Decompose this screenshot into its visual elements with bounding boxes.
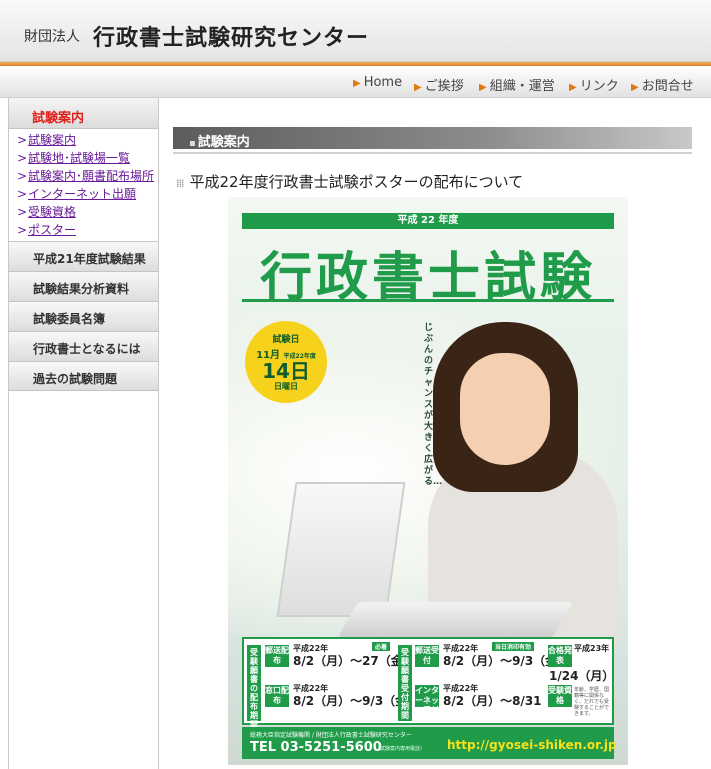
sidebar-link-poster[interactable]: >ポスター [17, 221, 158, 239]
poster-title-rule [242, 299, 614, 302]
arrow-icon: ▶ [479, 82, 487, 93]
internet-acceptance-tag: インターネット受付 [415, 685, 439, 715]
chevron-right-icon: > [17, 187, 28, 201]
nav-links[interactable]: ▶ リンク [569, 75, 619, 94]
mail-required-pill: 必着 [372, 642, 391, 651]
poster-phone: TEL 03-5251-5600 [250, 740, 382, 755]
sidebar-item-h21-results[interactable]: 平成21年度試験結果 [9, 241, 158, 271]
chevron-right-icon: > [17, 133, 28, 147]
poster-footer-org: 総務大臣指定試験機関 / 財団法人行政書士試験研究センター [250, 732, 412, 739]
bullet-icon: ▪ [189, 138, 196, 149]
chevron-right-icon: > [17, 205, 28, 219]
section-header: ▪ 試験案内 [173, 127, 692, 150]
woman-illustration-face [460, 353, 550, 465]
sidebar-item-how-to-become[interactable]: 行政書士となるには [9, 331, 158, 361]
result-announcement-tag: 合格発表 [548, 645, 572, 667]
org-prefix: 財団法人 [24, 29, 80, 45]
result-year: 平成23年 [574, 644, 610, 653]
mail-acceptance-tag: 郵送受付 [415, 645, 439, 667]
arrow-icon: ▶ [353, 78, 361, 89]
site-title[interactable]: 行政書士試験研究センター [93, 20, 369, 52]
mail-distribution-tag: 郵送配布 [265, 645, 289, 667]
sidebar-link-exam-sites[interactable]: >試験地･試験場一覧 [17, 149, 158, 167]
arrow-icon: ▶ [414, 82, 422, 93]
exam-poster-image: 平成 22 年度 行政書士試験 試験日 11月 平成22年度 14日 日曜日 じ… [228, 197, 628, 765]
mail-distribution-date: 8/2（月）〜27（金） [293, 654, 415, 668]
laptop-illustration [276, 482, 406, 617]
poster-url: http://gyosei-shiken.or.jp [447, 738, 617, 752]
eligibility-tag: 受験資格 [548, 685, 572, 707]
arrow-icon: ▶ [631, 82, 639, 93]
sidebar-links: >試験案内 >試験地･試験場一覧 >試験案内･願書配布場所 >インターネット出願… [9, 129, 158, 241]
grid-dots-icon: ⁞⁞⁞ [176, 177, 184, 190]
poster-catchphrase: じぶんのチャンスが大きく広がる… [424, 323, 443, 487]
poster-year-band: 平成 22 年度 [242, 213, 614, 229]
sidebar-link-exam-guide[interactable]: >試験案内 [17, 131, 158, 149]
sidebar-link-application-places[interactable]: >試験案内･願書配布場所 [17, 167, 158, 185]
sidebar: 試験案内 >試験案内 >試験地･試験場一覧 >試験案内･願書配布場所 >インター… [8, 98, 159, 769]
sidebar-item-committee[interactable]: 試験委員名簿 [9, 301, 158, 331]
sidebar-item-result-analysis[interactable]: 試験結果分析資料 [9, 271, 158, 301]
nav-home[interactable]: ▶ Home [353, 75, 402, 90]
nav-greeting[interactable]: ▶ ご挨拶 [414, 75, 464, 94]
poster-schedule-box: 受験願書の配布期間 郵送配布 平成22年 必着 8/2（月）〜27（金） 窓口配… [242, 637, 615, 729]
keyboard-illustration [337, 602, 574, 637]
eligibility-note: 年齢、学歴、国籍等に関係なく、だれでも受験することができます。 [574, 687, 610, 717]
site-header: 財団法人 行政書士試験研究センター [0, 0, 711, 62]
sidebar-link-online-application[interactable]: >インターネット出願 [17, 185, 158, 203]
poster-phone-note: （試験案内専用電話） [375, 746, 426, 752]
sidebar-link-eligibility[interactable]: >受験資格 [17, 203, 158, 221]
postmark-valid-pill: 当日消印有効 [492, 642, 535, 651]
poster-footer: 総務大臣指定試験機関 / 財団法人行政書士試験研究センター TEL 03-525… [242, 727, 617, 759]
distribution-period-label: 受験願書の配布期間 [247, 645, 261, 729]
chevron-right-icon: > [17, 151, 28, 165]
nav-contact[interactable]: ▶ お問合せ [631, 75, 694, 94]
result-date: 1/24（月） [549, 669, 615, 683]
acceptance-period-label: 受験願書受付期間 [398, 645, 412, 721]
sidebar-item-past-exams[interactable]: 過去の試験問題 [9, 361, 158, 391]
exam-date-badge: 試験日 11月 平成22年度 14日 日曜日 [245, 321, 327, 403]
top-nav: ▶ Home ▶ ご挨拶 ▶ 組織・運営 ▶ リンク ▶ お問合せ [0, 66, 711, 98]
arrow-icon: ▶ [569, 82, 577, 93]
section-divider [173, 152, 692, 154]
chevron-right-icon: > [17, 223, 28, 237]
article-title: ⁞⁞⁞ 平成22年度行政書士試験ポスターの配布について [176, 173, 524, 191]
sidebar-heading: 試験案内 [9, 98, 158, 129]
window-distribution-tag: 窓口配布 [265, 685, 289, 707]
chevron-right-icon: > [17, 169, 28, 183]
nav-organization[interactable]: ▶ 組織・運営 [479, 75, 555, 94]
